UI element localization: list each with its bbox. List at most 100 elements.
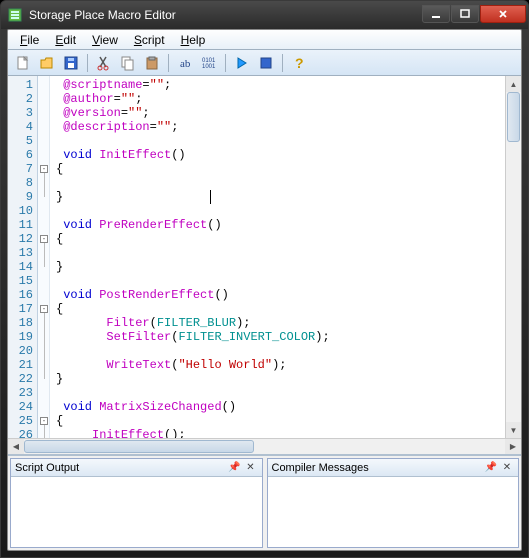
- line-number: 11: [8, 218, 33, 232]
- line-number: 15: [8, 274, 33, 288]
- fold-toggle[interactable]: -: [40, 417, 48, 425]
- fold-guide: [44, 313, 45, 379]
- code-line[interactable]: }: [56, 260, 499, 274]
- menu-view[interactable]: View: [84, 31, 126, 49]
- scroll-down-button[interactable]: ▼: [506, 422, 521, 438]
- maximize-button[interactable]: [451, 5, 479, 23]
- scroll-right-button[interactable]: ▶: [505, 439, 521, 454]
- code-line[interactable]: @scriptname="";: [56, 78, 499, 92]
- code-line[interactable]: }: [56, 190, 499, 204]
- code-line[interactable]: [56, 274, 499, 288]
- panel-body[interactable]: [268, 477, 519, 547]
- panel-header[interactable]: Compiler Messages 📌 ✕: [268, 459, 519, 477]
- svg-text:?: ?: [295, 55, 304, 71]
- menu-script[interactable]: Script: [126, 31, 173, 49]
- cut-button[interactable]: [93, 52, 115, 74]
- fold-toggle[interactable]: -: [40, 165, 48, 173]
- code-line[interactable]: void PreRenderEffect(): [56, 218, 499, 232]
- titlebar[interactable]: Storage Place Macro Editor: [1, 1, 528, 29]
- panel-header[interactable]: Script Output 📌 ✕: [11, 459, 262, 477]
- line-number: 18: [8, 316, 33, 330]
- code-line[interactable]: @author="";: [56, 92, 499, 106]
- text-caret: [210, 190, 211, 204]
- pin-icon[interactable]: 📌: [484, 461, 498, 475]
- code-line[interactable]: {: [56, 232, 499, 246]
- line-number: 5: [8, 134, 33, 148]
- horizontal-scrollbar[interactable]: ◀ ▶: [8, 438, 521, 454]
- menu-file[interactable]: File: [12, 31, 47, 49]
- code-line[interactable]: @description="";: [56, 120, 499, 134]
- line-number: 14: [8, 260, 33, 274]
- compiler-messages-panel: Compiler Messages 📌 ✕: [267, 458, 520, 548]
- line-number: 10: [8, 204, 33, 218]
- code-line[interactable]: WriteText("Hello World");: [56, 358, 499, 372]
- code-line[interactable]: Filter(FILTER_BLUR);: [56, 316, 499, 330]
- open-button[interactable]: [36, 52, 58, 74]
- binary-button[interactable]: 01011001: [198, 52, 220, 74]
- paste-button[interactable]: [141, 52, 163, 74]
- vertical-scrollbar[interactable]: ▲ ▼: [505, 76, 521, 438]
- vertical-scroll-thumb[interactable]: [507, 92, 520, 142]
- code-line[interactable]: void PostRenderEffect(): [56, 288, 499, 302]
- client-area: FileEditViewScriptHelp ab01011001? 12345…: [7, 29, 522, 551]
- code-line[interactable]: void MatrixSizeChanged(): [56, 400, 499, 414]
- code-line[interactable]: SetFilter(FILTER_INVERT_COLOR);: [56, 330, 499, 344]
- code-line[interactable]: @version="";: [56, 106, 499, 120]
- code-line[interactable]: void InitEffect(): [56, 148, 499, 162]
- line-number: 21: [8, 358, 33, 372]
- new-button[interactable]: [12, 52, 34, 74]
- application-window: Storage Place Macro Editor FileEditViewS…: [0, 0, 529, 558]
- svg-text:ab: ab: [180, 58, 191, 70]
- hscroll-track[interactable]: [24, 439, 505, 454]
- close-icon[interactable]: ✕: [500, 461, 514, 475]
- save-button[interactable]: [60, 52, 82, 74]
- close-button[interactable]: [480, 5, 526, 23]
- fold-column[interactable]: - - - -: [38, 76, 50, 438]
- pin-icon[interactable]: 📌: [228, 461, 242, 475]
- line-number: 19: [8, 330, 33, 344]
- fold-toggle[interactable]: -: [40, 235, 48, 243]
- toolbar-separator: [282, 54, 283, 72]
- line-number-gutter: 1234567891011121314151617181920212223242…: [8, 76, 38, 438]
- code-line[interactable]: [56, 176, 499, 190]
- copy-button[interactable]: [117, 52, 139, 74]
- code-line[interactable]: {: [56, 414, 499, 428]
- app-icon: [7, 7, 23, 23]
- code-line[interactable]: [56, 344, 499, 358]
- code-line[interactable]: InitEffect();: [56, 428, 499, 438]
- toolbar-separator: [87, 54, 88, 72]
- horizontal-scroll-thumb[interactable]: [24, 440, 254, 453]
- line-number: 24: [8, 400, 33, 414]
- code-line[interactable]: [56, 134, 499, 148]
- line-number: 26: [8, 428, 33, 438]
- close-icon[interactable]: ✕: [244, 461, 258, 475]
- code-line[interactable]: {: [56, 162, 499, 176]
- window-controls: [421, 5, 526, 25]
- scroll-up-button[interactable]: ▲: [506, 76, 521, 92]
- line-number: 9: [8, 190, 33, 204]
- stop-button[interactable]: [255, 52, 277, 74]
- minimize-button[interactable]: [422, 5, 450, 23]
- line-number: 4: [8, 120, 33, 134]
- script-output-panel: Script Output 📌 ✕: [10, 458, 263, 548]
- run-button[interactable]: [231, 52, 253, 74]
- fold-toggle[interactable]: -: [40, 305, 48, 313]
- toolbar: ab 01011001?: [8, 50, 521, 76]
- char-button[interactable]: ab: [174, 52, 196, 74]
- menu-edit[interactable]: Edit: [47, 31, 84, 49]
- line-number: 16: [8, 288, 33, 302]
- code-line[interactable]: }: [56, 372, 499, 386]
- code-line[interactable]: [56, 246, 499, 260]
- code-line[interactable]: [56, 386, 499, 400]
- help-button[interactable]: ?: [288, 52, 310, 74]
- menu-help[interactable]: Help: [173, 31, 214, 49]
- line-number: 23: [8, 386, 33, 400]
- panel-body[interactable]: [11, 477, 262, 547]
- line-number: 8: [8, 176, 33, 190]
- line-number: 20: [8, 344, 33, 358]
- toolbar-separator: [168, 54, 169, 72]
- code-line[interactable]: [56, 204, 499, 218]
- code-line[interactable]: {: [56, 302, 499, 316]
- code-editor[interactable]: @scriptname=""; @author=""; @version="";…: [50, 76, 505, 438]
- scroll-left-button[interactable]: ◀: [8, 439, 24, 454]
